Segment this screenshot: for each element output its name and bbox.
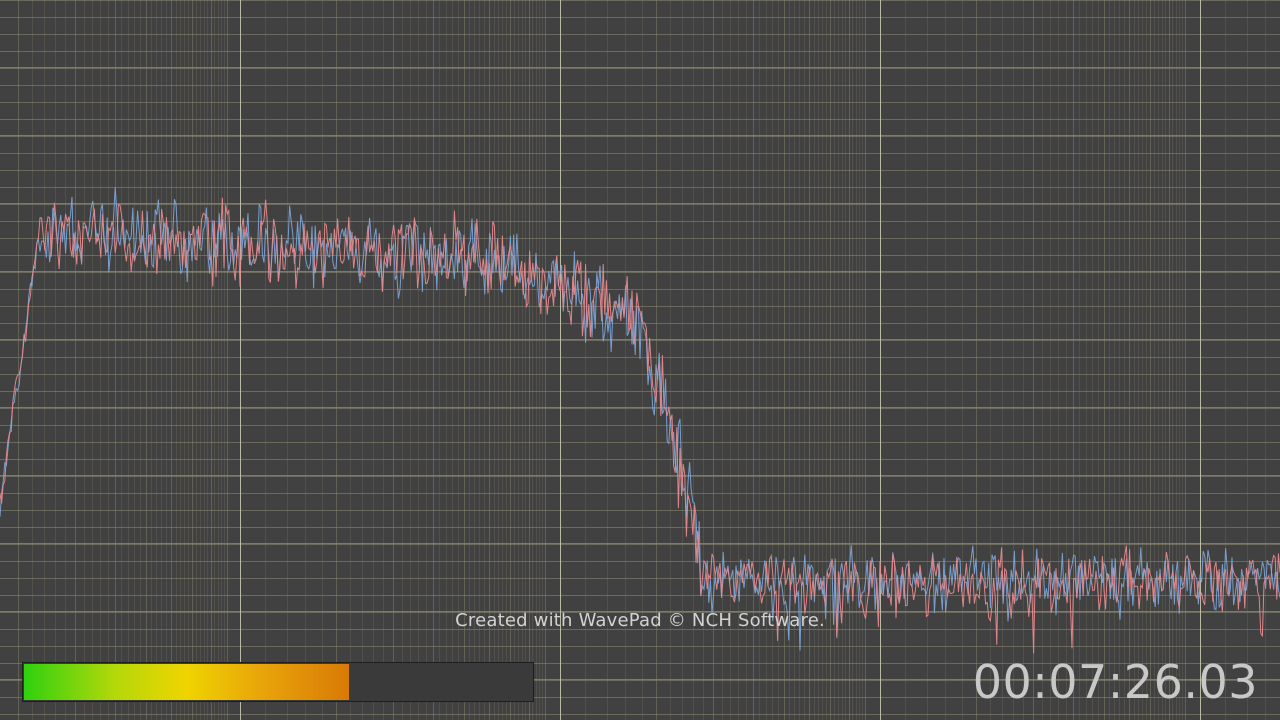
time-display: 00:07:26.03 <box>972 655 1258 709</box>
level-meter <box>22 662 534 702</box>
watermark-text: Created with WavePad © NCH Software. <box>455 610 825 631</box>
level-meter-fill <box>24 664 349 700</box>
